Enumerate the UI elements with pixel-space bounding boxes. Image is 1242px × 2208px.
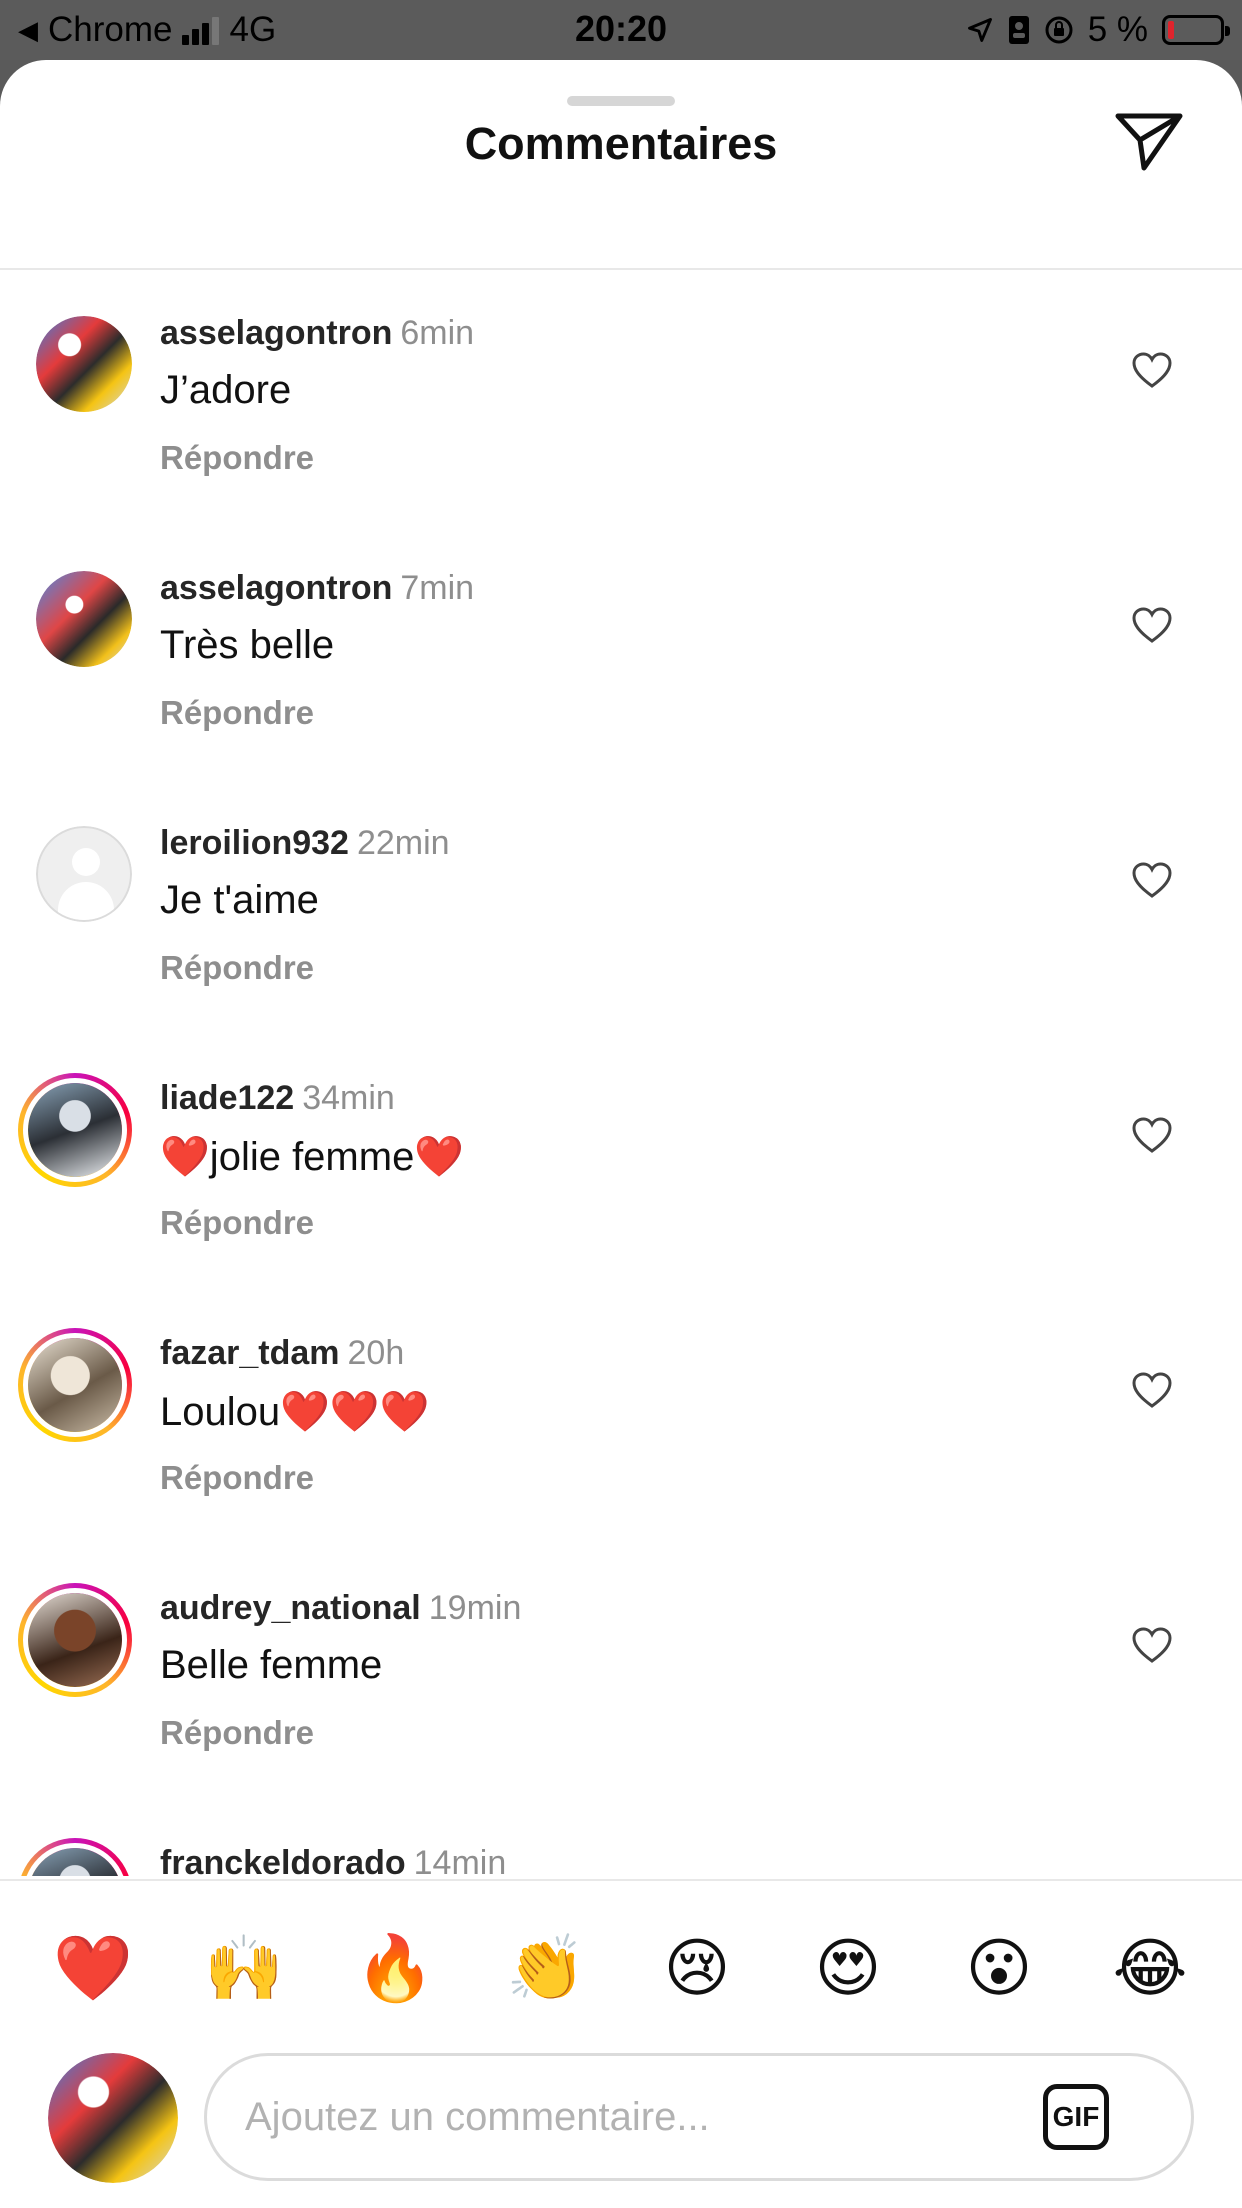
reaction-raising-hands-emoji[interactable]: 🙌	[204, 1929, 284, 2009]
status-bar: ◀ Chrome 4G 20:20 5 %	[0, 0, 1242, 60]
battery-percent: 5 %	[1087, 10, 1148, 49]
reaction-heart-emoji[interactable]: ❤️	[53, 1929, 133, 2009]
comment-item: audrey_national 19min Belle femme Répondr…	[0, 1583, 1242, 1846]
comment-item: franckeldorado 14min	[0, 1838, 1242, 1876]
reaction-heart-eyes-emoji[interactable]: 😍	[808, 1929, 888, 2009]
comment-time: 14min	[413, 1844, 507, 1876]
rotation-lock-icon	[1045, 16, 1073, 44]
current-user-avatar	[48, 2053, 178, 2183]
comment-username[interactable]: fazar_tdam	[160, 1334, 340, 1372]
reaction-fire-emoji[interactable]: 🔥	[355, 1929, 435, 2009]
battery-icon	[1162, 15, 1230, 45]
comment-meta: asselagontron 6min	[160, 316, 474, 353]
comment-time: 6min	[400, 316, 475, 352]
heart-icon[interactable]	[1132, 1372, 1172, 1408]
comment-item: leroilion932 22min Je t'aime Répondre	[0, 824, 1242, 1081]
reply-button[interactable]: Répondre	[160, 694, 314, 732]
comment-item: liade122 34min ❤️jolie femme❤️ Répondre	[0, 1073, 1242, 1336]
comment-text: ❤️jolie femme❤️	[160, 1135, 465, 1179]
heart-icon[interactable]	[1132, 607, 1172, 643]
comment-input[interactable]	[245, 2084, 1005, 2150]
comment-username[interactable]: asselagontron	[160, 316, 392, 352]
reaction-surprised-emoji[interactable]: 😮	[959, 1929, 1039, 2009]
comment-meta: liade122 34min	[160, 1079, 395, 1118]
comments-list[interactable]: asselagontron 6min J’adore Répondre assel…	[0, 316, 1242, 1876]
comment-meta: franckeldorado 14min	[160, 1844, 506, 1876]
comment-username[interactable]: leroilion932	[160, 824, 349, 862]
reply-button[interactable]: Répondre	[160, 439, 314, 477]
reaction-tears-of-joy-emoji[interactable]: 😂	[1110, 1929, 1190, 2009]
page-title: Commentaires	[464, 118, 778, 169]
gif-button[interactable]: GIF	[1043, 2084, 1109, 2150]
comment-username[interactable]: franckeldorado	[160, 1844, 406, 1876]
comment-time: 7min	[400, 569, 475, 607]
reply-button[interactable]: Répondre	[160, 949, 314, 987]
id-card-icon	[1008, 16, 1029, 44]
reply-button[interactable]: Répondre	[160, 1459, 314, 1497]
avatar[interactable]	[36, 826, 132, 922]
comment-meta: asselagontron 7min	[160, 569, 474, 608]
share-button[interactable]	[1114, 110, 1184, 174]
comment-username[interactable]: audrey_national	[160, 1589, 421, 1627]
default-avatar-icon	[36, 826, 132, 922]
comment-item: asselagontron 6min J’adore Répondre	[0, 316, 1242, 571]
avatar-story-ring[interactable]	[18, 1583, 132, 1697]
send-icon	[1115, 113, 1183, 171]
comment-input-wrapper: GIF	[204, 2053, 1194, 2181]
comment-composer: ❤️ 🙌 🔥 👏 😢 😍 😮 😂 GIF	[0, 1879, 1242, 2183]
heart-icon[interactable]	[1132, 862, 1172, 898]
comment-time: 34min	[302, 1079, 395, 1117]
comment-meta: fazar_tdam 20h	[160, 1334, 404, 1373]
comment-username[interactable]: liade122	[160, 1079, 294, 1117]
heart-icon[interactable]	[1132, 1117, 1172, 1153]
comment-time: 22min	[356, 824, 450, 862]
avatar[interactable]	[36, 316, 132, 412]
comment-text: Belle femme	[160, 1643, 383, 1687]
comment-item: asselagontron 7min Très belle Répondre	[0, 569, 1242, 826]
comment-username[interactable]: asselagontron	[160, 569, 392, 607]
comment-text: Je t'aime	[160, 878, 319, 922]
comment-meta: leroilion932 22min	[160, 824, 450, 863]
comment-meta: audrey_national 19min	[160, 1589, 521, 1628]
avatar[interactable]	[36, 571, 132, 667]
comment-time: 20h	[347, 1334, 405, 1372]
location-arrow-icon	[967, 18, 992, 42]
reaction-crying-emoji[interactable]: 😢	[657, 1929, 737, 2009]
heart-icon[interactable]	[1132, 352, 1172, 388]
avatar-story-ring[interactable]	[18, 1073, 132, 1187]
comment-text: J’adore	[160, 368, 292, 412]
status-right: 5 %	[966, 8, 1230, 52]
comment-item: fazar_tdam 20h Loulou❤️❤️❤️ Répondre	[0, 1328, 1242, 1591]
comment-time: 19min	[428, 1589, 522, 1627]
heart-icon[interactable]	[1132, 1627, 1172, 1663]
reply-button[interactable]: Répondre	[160, 1714, 314, 1752]
avatar-story-ring[interactable]	[18, 1328, 132, 1442]
comment-text: Très belle	[160, 623, 335, 667]
reply-button[interactable]: Répondre	[160, 1204, 314, 1242]
quick-reactions-bar: ❤️ 🙌 🔥 👏 😢 😍 😮 😂	[0, 1929, 1242, 2009]
comment-text: Loulou❤️❤️❤️	[160, 1390, 430, 1434]
reaction-clapping-emoji[interactable]: 👏	[506, 1929, 586, 2009]
